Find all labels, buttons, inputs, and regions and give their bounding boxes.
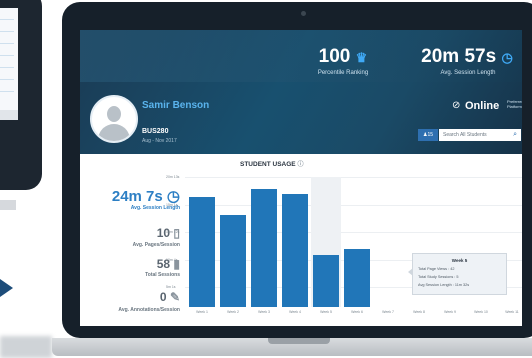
- session-stat: 20m 57s ◷: [417, 46, 517, 68]
- chart-bar[interactable]: [282, 194, 308, 307]
- camera-icon: [301, 11, 306, 16]
- pencil-icon: ✎: [169, 290, 180, 304]
- avg-annotations-label: Avg. Annotations/Session: [118, 307, 180, 313]
- chart-xtick-label: Week 1: [196, 310, 208, 314]
- tooltip-line: Total Page Views : 42: [418, 267, 455, 271]
- avg-annotations-text: 0: [159, 290, 167, 304]
- course-date: Aug - Nov 2017: [142, 138, 177, 144]
- chart-bar[interactable]: [251, 188, 277, 307]
- chart-bar[interactable]: [189, 197, 215, 307]
- search-icon[interactable]: ⌕: [513, 129, 517, 141]
- percentile-label: Percentile Ranking: [317, 70, 369, 76]
- chart-ytick-label: 15m 1s: [166, 202, 178, 207]
- chart-xtick-label: Week 6: [351, 310, 363, 314]
- secondary-device-frame: [0, 0, 42, 190]
- avatar: [90, 95, 138, 143]
- laptop-notch: [268, 338, 330, 344]
- trophy-icon: ♛: [355, 50, 368, 65]
- secondary-device-base: [0, 200, 16, 210]
- avg-pages-label: Avg. Pages/Session: [132, 242, 180, 248]
- compass-icon: ⊘: [452, 100, 461, 111]
- secondary-device-blur: [0, 336, 52, 358]
- chart-bar[interactable]: [220, 214, 246, 307]
- student-name[interactable]: Samir Benson: [142, 100, 209, 111]
- status-subtext: Preferred Platform: [507, 99, 522, 109]
- chart-ytick-label: 20m 13s: [166, 175, 180, 179]
- search-input[interactable]: Search All Students ⌕: [439, 129, 521, 141]
- avg-session-text: 24m 7s: [111, 188, 163, 205]
- chart-ytick-label: 10m 4s: [166, 257, 178, 262]
- chart-xtick-label: Week 7: [382, 310, 394, 314]
- chart-tooltip: Week 5 Total Page Views : 42 Total Study S…: [408, 253, 507, 295]
- chart-xtick-label: Week 10: [474, 310, 488, 314]
- chart-xtick-label: Week 11: [505, 310, 519, 314]
- search-placeholder: Search All Students: [443, 132, 487, 138]
- chart-gridline: [185, 204, 522, 206]
- dashboard-screen: 100 ♛ Percentile Ranking 20m 57s ◷ Avg. …: [80, 30, 522, 326]
- total-sessions-label: Total Sessions: [145, 272, 180, 278]
- session-value: 20m 57s: [421, 46, 497, 67]
- percentile-value: 100: [318, 46, 351, 67]
- percentile-stat: 100 ♛: [313, 46, 373, 68]
- chart-xtick-label: Week 9: [444, 310, 456, 314]
- course-code: BUS280: [142, 128, 169, 135]
- chart-ytick-label: 15m 12s: [166, 230, 180, 234]
- chart-ytick-label: 5m 1s: [166, 285, 176, 289]
- chart-gridline: [185, 177, 522, 178]
- chart-xtick-label: Week 8: [413, 310, 425, 314]
- status-text: Online: [465, 100, 500, 112]
- usage-summary: 24m 7s ◷ Avg. Session Length 10 ▯ Avg. P…: [80, 154, 180, 326]
- arrow-icon: [0, 279, 13, 297]
- chart-bar[interactable]: [313, 255, 339, 307]
- usage-chart: 20m 13s 15m 1s 15m 12s 10m 4s 5m 1s Week 1 Wee…: [166, 173, 522, 323]
- secondary-device-screen: [0, 8, 18, 120]
- usage-title: STUDENT USAGE ⓘ: [240, 159, 303, 168]
- clock-icon: ◷: [501, 50, 513, 65]
- tooltip-line: Total Study Sessions : 5: [418, 275, 459, 279]
- laptop-frame: 100 ♛ Percentile Ranking 20m 57s ◷ Avg. …: [62, 2, 532, 338]
- tooltip-line: Avg Session Length : 11m 32s: [418, 283, 470, 287]
- session-label: Avg. Session Length: [440, 70, 496, 76]
- student-count: 15: [427, 132, 434, 138]
- chart-bar[interactable]: [344, 249, 370, 307]
- chart-xtick-label: Week 2: [227, 310, 239, 314]
- student-count-badge[interactable]: ♟15: [418, 129, 438, 141]
- student-header: 100 ♛ Percentile Ranking 20m 57s ◷ Avg. …: [80, 30, 522, 154]
- avg-annotations-value: 0 ✎: [160, 290, 180, 304]
- chart-xtick-label: Week 4: [289, 310, 301, 314]
- chart-xtick-label: Week 5: [320, 310, 332, 314]
- info-icon[interactable]: ⓘ: [297, 162, 303, 168]
- chart-xtick-label: Week 3: [258, 310, 270, 314]
- tooltip-title: Week 5: [451, 258, 468, 263]
- usage-title-text: STUDENT USAGE: [240, 161, 296, 168]
